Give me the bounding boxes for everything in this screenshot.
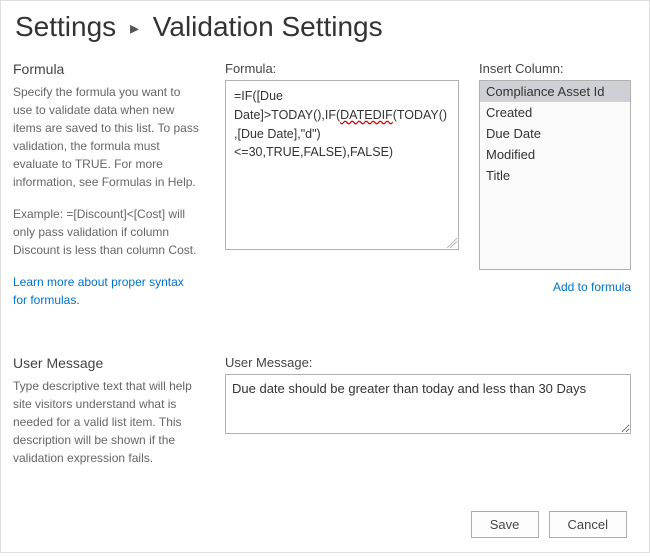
- list-item[interactable]: Modified: [480, 144, 630, 165]
- formula-heading: Formula: [13, 61, 201, 77]
- list-item[interactable]: Due Date: [480, 123, 630, 144]
- formula-label: Formula:: [225, 61, 459, 76]
- cancel-button[interactable]: Cancel: [549, 511, 627, 538]
- add-to-formula-link[interactable]: Add to formula: [553, 280, 631, 294]
- save-button[interactable]: Save: [471, 511, 539, 538]
- insert-column-label: Insert Column:: [479, 61, 631, 76]
- formula-help-1: Specify the formula you want to use to v…: [13, 83, 201, 191]
- formula-help-2: Example: =[Discount]<[Cost] will only pa…: [13, 205, 201, 259]
- user-message-help: Type descriptive text that will help sit…: [13, 377, 201, 467]
- breadcrumb: Settings ▸ Validation Settings: [13, 11, 631, 43]
- insert-column-listbox[interactable]: Compliance Asset Id Created Due Date Mod…: [479, 80, 631, 270]
- resize-grip-icon[interactable]: [447, 238, 457, 248]
- list-item[interactable]: Compliance Asset Id: [480, 81, 630, 102]
- formula-syntax-link[interactable]: Learn more about proper syntax for formu…: [13, 275, 184, 307]
- formula-textarea[interactable]: =IF([Due Date]>TODAY(),IF(DATEDIF(TODAY(…: [225, 80, 459, 250]
- list-item[interactable]: Title: [480, 165, 630, 186]
- user-message-heading: User Message: [13, 355, 201, 371]
- breadcrumb-root[interactable]: Settings: [15, 11, 116, 42]
- breadcrumb-separator-icon: ▸: [130, 18, 139, 38]
- list-item[interactable]: Created: [480, 102, 630, 123]
- spellcheck-underline: DATEDIF: [340, 108, 393, 122]
- breadcrumb-current: Validation Settings: [153, 11, 383, 42]
- user-message-label: User Message:: [225, 355, 631, 370]
- user-message-textarea[interactable]: [225, 374, 631, 434]
